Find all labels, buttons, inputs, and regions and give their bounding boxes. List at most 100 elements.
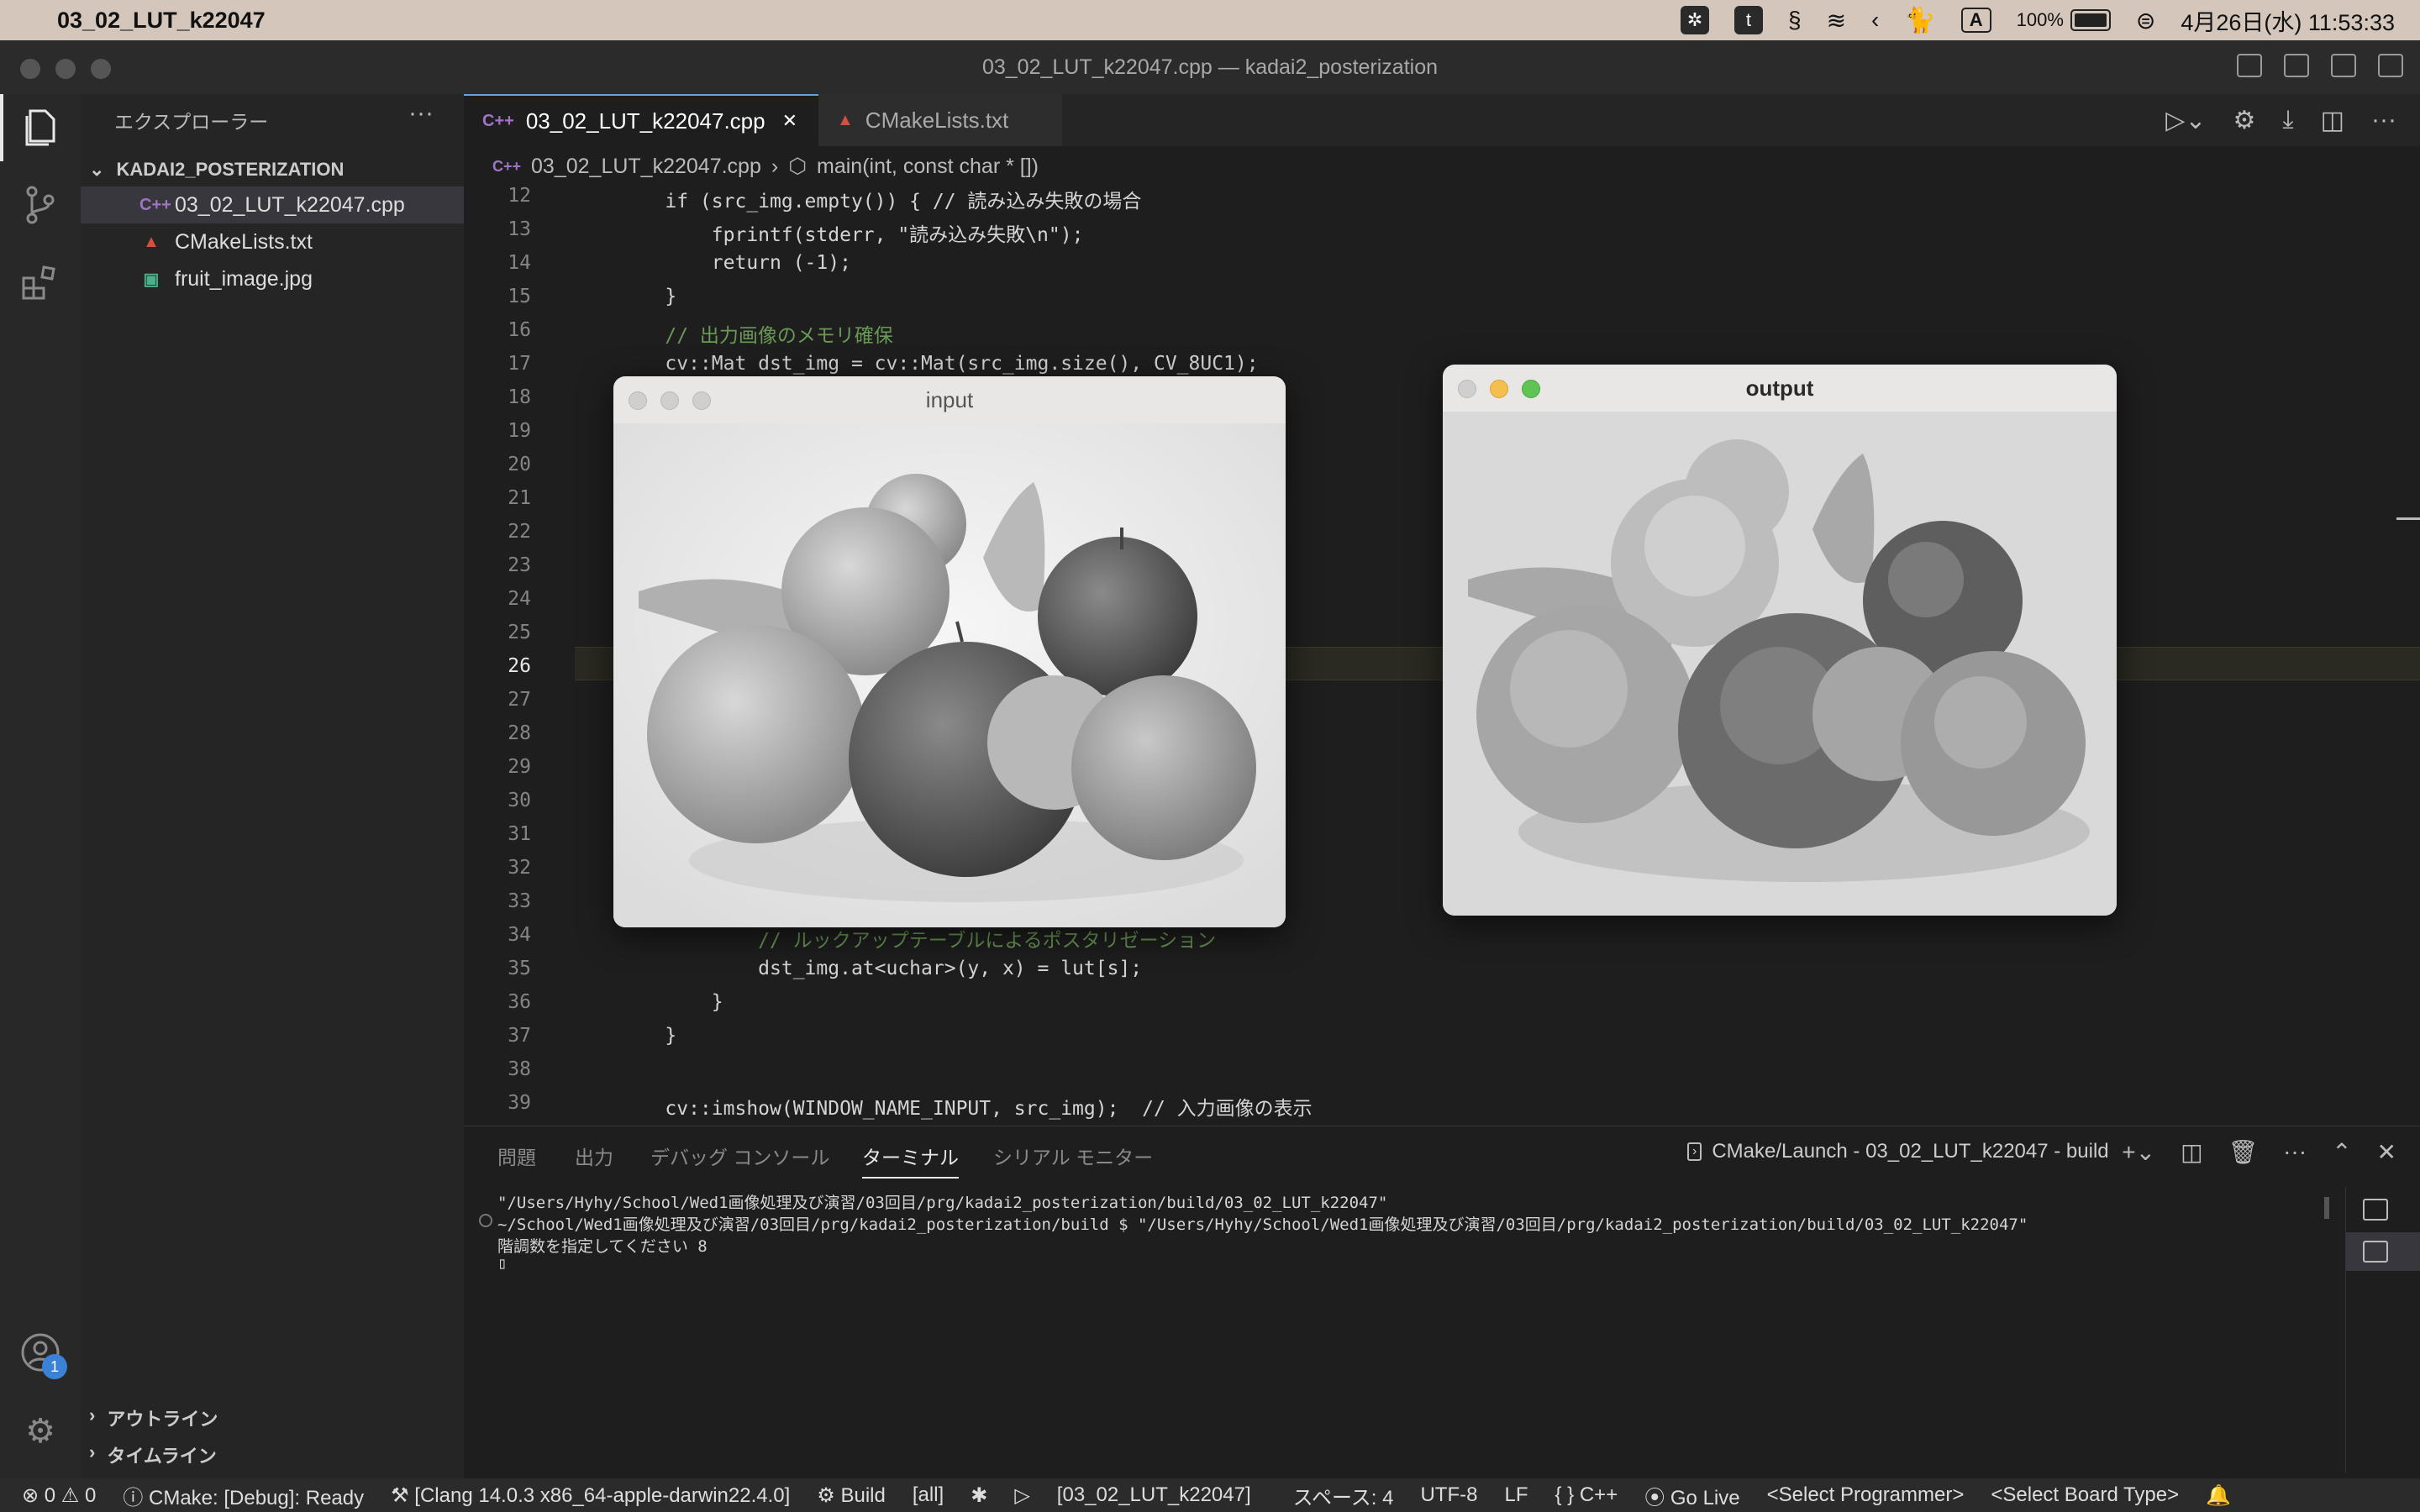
- line-number: 17: [508, 353, 531, 375]
- tab-terminal[interactable]: ターミナル: [862, 1142, 959, 1179]
- maximize-panel-icon[interactable]: ⌃: [2332, 1138, 2351, 1166]
- eol-status[interactable]: LF: [1504, 1483, 1528, 1507]
- code-line[interactable]: cv::Mat dst_img = cv::Mat(src_img.size()…: [618, 353, 1258, 375]
- go-live-button[interactable]: ⦿ Go Live: [1644, 1481, 1739, 1510]
- file-item-cmake[interactable]: ▲ CMakeLists.txt: [81, 223, 464, 260]
- control-center-icon[interactable]: ⊜: [2136, 7, 2155, 34]
- toggle-secondary-sidebar-icon[interactable]: [2331, 54, 2356, 77]
- status-glyph-icon[interactable]: §: [1788, 7, 1802, 34]
- code-line[interactable]: return (-1);: [618, 252, 851, 274]
- menubar-app-name[interactable]: 03_02_LUT_k22047: [57, 8, 266, 34]
- terminal-scrollbar[interactable]: [2324, 1197, 2329, 1219]
- output-image-window[interactable]: output: [1443, 365, 2117, 916]
- toggle-panel-icon[interactable]: [2284, 54, 2309, 77]
- terminal-list-item[interactable]: [2363, 1199, 2388, 1221]
- zoom-window-button[interactable]: [692, 391, 711, 410]
- explorer-icon[interactable]: [20, 108, 60, 148]
- code-line[interactable]: if (src_img.empty()) { // 読み込み失敗の場合: [618, 186, 1141, 213]
- tab-cmakelists[interactable]: ▲ CMakeLists.txt: [818, 94, 1062, 146]
- tab-debug-console[interactable]: デバッグ コンソール: [650, 1142, 829, 1170]
- download-icon[interactable]: ⤓: [2282, 106, 2293, 135]
- encoding-status[interactable]: UTF-8: [1420, 1483, 1477, 1507]
- select-board[interactable]: <Select Board Type>: [1991, 1483, 2179, 1507]
- notifications-bell-icon[interactable]: 🔔: [2206, 1483, 2231, 1508]
- workspace-folder[interactable]: ⌄ KADAI2_POSTERIZATION: [89, 153, 459, 186]
- language-mode[interactable]: { } C++: [1555, 1483, 1618, 1507]
- code-line[interactable]: // 出力画像のメモリ確保: [618, 319, 893, 348]
- close-panel-icon[interactable]: ✕: [2377, 1138, 2396, 1166]
- tab-cpp[interactable]: C++ 03_02_LUT_k22047.cpp ✕: [464, 94, 818, 146]
- breadcrumb-file[interactable]: 03_02_LUT_k22047.cpp: [531, 155, 761, 179]
- menubar-datetime[interactable]: 4月26日(水) 11:53:33: [2181, 4, 2395, 37]
- code-line[interactable]: cv::imshow(WINDOW_NAME_INPUT, src_img); …: [618, 1092, 1312, 1121]
- twitter-icon[interactable]: t: [1733, 6, 1763, 34]
- code-line[interactable]: }: [618, 991, 723, 1013]
- tab-output[interactable]: 出力: [575, 1142, 613, 1170]
- command-decoration-icon: [479, 1214, 492, 1227]
- runcat-icon[interactable]: 🐈: [1904, 6, 1935, 35]
- code-line[interactable]: }: [618, 1025, 676, 1047]
- close-tab-icon[interactable]: ✕: [782, 110, 797, 132]
- run-debug-icon[interactable]: ▷⌄: [2165, 106, 2206, 135]
- code-line[interactable]: }: [618, 286, 676, 307]
- file-item-image[interactable]: ▣ fruit_image.jpg: [81, 260, 464, 297]
- code-line[interactable]: // ルックアップテーブルによるポスタリゼーション: [618, 924, 1216, 953]
- zoom-window-button[interactable]: [1522, 380, 1540, 398]
- cube-icon: ⬡: [788, 155, 808, 178]
- explorer-more-button[interactable]: ···: [408, 99, 434, 128]
- build-button[interactable]: ⚙ Build: [817, 1483, 886, 1508]
- extensions-icon[interactable]: [20, 262, 60, 302]
- problems-status[interactable]: ⊗ 0 ⚠ 0: [22, 1483, 96, 1508]
- launch-target[interactable]: [03_02_LUT_k22047]: [1057, 1483, 1251, 1507]
- input-mode-indicator[interactable]: A: [1960, 8, 1991, 33]
- customize-layout-icon[interactable]: [2378, 54, 2403, 77]
- code-line[interactable]: dst_img.at<uchar>(y, x) = lut[s];: [618, 958, 1142, 979]
- kit-status[interactable]: ⚒ [Clang 14.0.3 x86_64-apple-darwin22.4.…: [391, 1483, 790, 1508]
- breadcrumb-symbol[interactable]: main(int, const char * []): [817, 155, 1039, 179]
- window-title: 03_02_LUT_k22047.cpp — kadai2_posterizat…: [981, 55, 1439, 79]
- status-app-icon[interactable]: ✲: [1680, 6, 1709, 34]
- output-window-titlebar[interactable]: output: [1443, 365, 2117, 412]
- source-control-icon[interactable]: [20, 185, 60, 225]
- split-editor-icon[interactable]: ◫: [2321, 106, 2344, 135]
- input-image-window[interactable]: input: [613, 376, 1286, 927]
- close-window-button[interactable]: [629, 391, 647, 410]
- macos-menubar: 03_02_LUT_k22047 ✲ t § ≋ ‹ 🐈 A 100% ⊜ 4月…: [0, 0, 2420, 40]
- indentation-status[interactable]: スペース: 4: [1293, 1481, 1394, 1510]
- input-window-titlebar[interactable]: input: [613, 376, 1286, 423]
- minimize-window-button[interactable]: [1490, 380, 1508, 398]
- timeline-section[interactable]: › タイムライン: [89, 1441, 217, 1468]
- toggle-sidebar-icon[interactable]: [2237, 54, 2262, 77]
- line-number: 36: [508, 991, 531, 1013]
- terminal-cursor[interactable]: ▯: [497, 1254, 507, 1273]
- manage-gear-icon[interactable]: ⚙: [20, 1411, 60, 1452]
- close-window-button[interactable]: [1458, 380, 1476, 398]
- battery-icon[interactable]: [2070, 9, 2111, 31]
- terminal-selector[interactable]: › CMake/Launch - 03_02_LUT_k22047 - buil…: [1687, 1140, 2109, 1163]
- outline-section[interactable]: › アウトライン: [89, 1404, 218, 1431]
- terminal-list-item-active[interactable]: [2346, 1232, 2420, 1271]
- minimize-window-button[interactable]: [660, 391, 679, 410]
- line-number: 20: [508, 454, 531, 475]
- launch-icon[interactable]: ▷: [1014, 1483, 1029, 1508]
- activity-bar: 1 ⚙: [0, 94, 81, 1478]
- select-programmer[interactable]: <Select Programmer>: [1767, 1483, 1965, 1507]
- more-actions-icon[interactable]: ···: [2371, 106, 2396, 135]
- trash-icon[interactable]: 🗑: [2228, 1138, 2259, 1166]
- new-terminal-icon[interactable]: +⌄: [2122, 1138, 2155, 1166]
- tab-serial-monitor[interactable]: シリアル モニター: [993, 1142, 1153, 1170]
- tab-problems[interactable]: 問題: [497, 1142, 536, 1170]
- debug-icon[interactable]: ✱: [971, 1483, 987, 1508]
- code-line[interactable]: fprintf(stderr, "読み込み失敗\n");: [618, 218, 1084, 247]
- settings-gear-icon[interactable]: ⚙: [2233, 106, 2255, 135]
- cmake-status[interactable]: ⓘ CMake: [Debug]: Ready: [123, 1481, 364, 1510]
- close-window-button[interactable]: [20, 59, 40, 79]
- file-item-cpp[interactable]: C++ 03_02_LUT_k22047.cpp: [81, 186, 464, 223]
- layers-icon[interactable]: ≋: [1827, 7, 1846, 34]
- minimize-window-button[interactable]: [55, 59, 76, 79]
- chevron-left-icon[interactable]: ‹: [1871, 7, 1879, 34]
- zoom-window-button[interactable]: [91, 59, 111, 79]
- more-actions-icon[interactable]: ···: [2283, 1138, 2307, 1166]
- split-terminal-icon[interactable]: ◫: [2181, 1138, 2202, 1166]
- build-target[interactable]: [all]: [913, 1483, 944, 1507]
